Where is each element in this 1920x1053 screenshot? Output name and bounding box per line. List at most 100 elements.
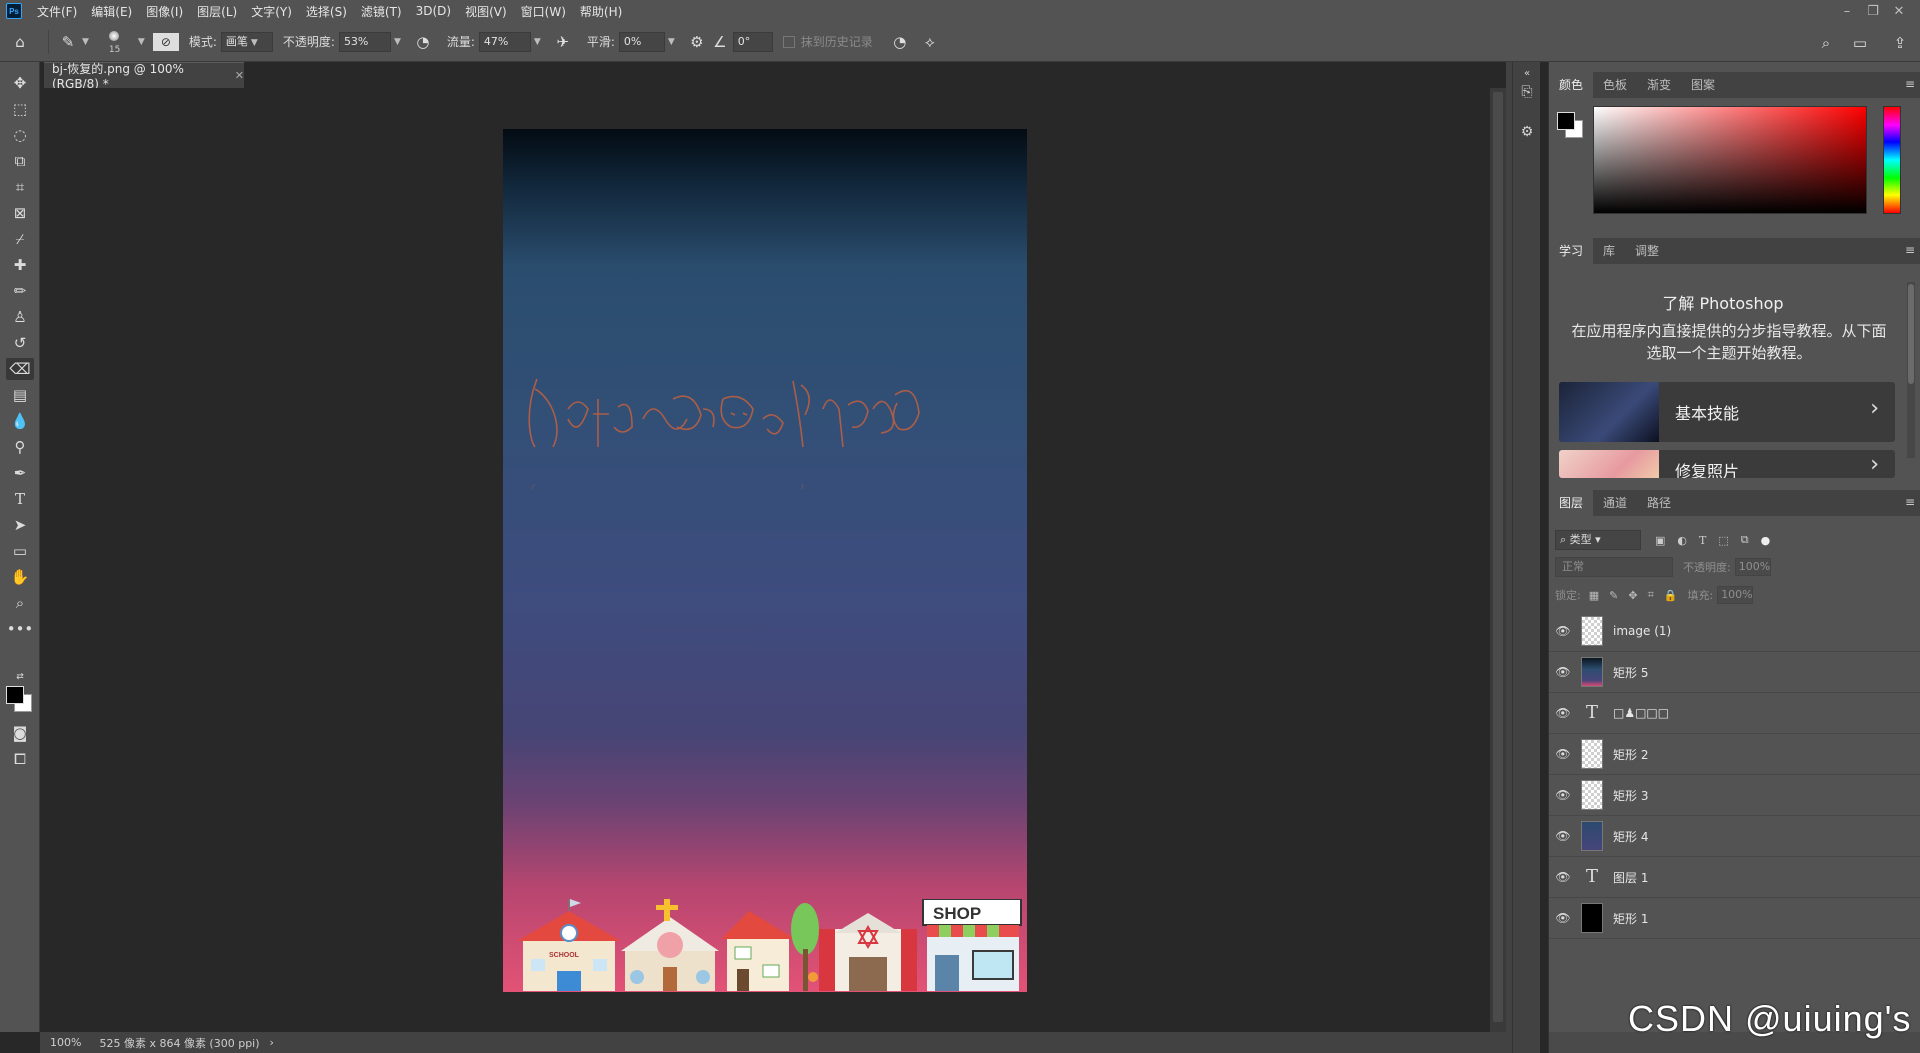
workspace-icon[interactable]: ▭: [1848, 34, 1872, 52]
lasso-tool-icon[interactable]: ◌: [6, 124, 34, 146]
foreground-color-swatch[interactable]: [1557, 112, 1575, 130]
gear-icon[interactable]: ⚙: [683, 33, 711, 51]
search-icon[interactable]: ⌕: [1814, 34, 1838, 52]
hue-slider[interactable]: [1883, 106, 1901, 214]
healing-brush-tool-icon[interactable]: ✚: [6, 254, 34, 276]
menu-view[interactable]: 视图(V): [458, 3, 514, 20]
filter-adjustment-icon[interactable]: ◐: [1677, 534, 1687, 547]
layer-row[interactable]: 👁 矩形 4: [1549, 816, 1920, 857]
chevron-down-icon[interactable]: ▼: [394, 37, 401, 47]
move-tool-icon[interactable]: ✥: [6, 72, 34, 94]
menu-file[interactable]: 文件(F): [30, 3, 84, 20]
history-panel-icon[interactable]: ⎘: [1517, 84, 1537, 106]
close-icon[interactable]: ✕: [1886, 4, 1912, 19]
pen-tool-icon[interactable]: ✒: [6, 462, 34, 484]
visibility-eye-icon[interactable]: 👁: [1549, 829, 1577, 843]
properties-panel-icon[interactable]: ⚙: [1517, 124, 1537, 146]
vertical-scrollbar[interactable]: [1490, 88, 1506, 1032]
document-canvas[interactable]: SCHOOL SHOP: [503, 129, 1027, 992]
layer-filter-select[interactable]: ⌕ 类型 ▾: [1555, 530, 1641, 550]
tab-learn[interactable]: 学习: [1549, 238, 1594, 264]
path-select-tool-icon[interactable]: ➤: [6, 514, 34, 536]
type-tool-icon[interactable]: T: [6, 488, 34, 510]
learn-scrollbar[interactable]: [1907, 282, 1915, 458]
blend-mode-select[interactable]: 正常: [1555, 557, 1673, 577]
symmetry-icon[interactable]: ⟡: [915, 33, 945, 51]
share-icon[interactable]: ⇪: [1888, 34, 1912, 52]
lock-position-icon[interactable]: ✥: [1628, 589, 1637, 602]
brush-tool-icon[interactable]: ✏: [6, 280, 34, 302]
lock-all-icon[interactable]: 🔒: [1664, 589, 1678, 602]
tab-libraries[interactable]: 库: [1593, 238, 1625, 264]
chevron-down-icon[interactable]: ▼: [534, 37, 541, 47]
visibility-eye-icon[interactable]: 👁: [1549, 665, 1577, 679]
pressure-size-icon[interactable]: ◔: [885, 33, 915, 51]
frame-tool-icon[interactable]: ⊠: [6, 202, 34, 224]
mode-select[interactable]: 画笔 ▼: [220, 31, 273, 52]
close-icon[interactable]: ✕: [235, 69, 244, 82]
panel-menu-icon[interactable]: ≡: [1905, 495, 1915, 509]
flow-field[interactable]: 47%: [478, 31, 531, 52]
restore-icon[interactable]: ❐: [1860, 4, 1886, 19]
visibility-eye-icon[interactable]: 👁: [1549, 788, 1577, 802]
menu-3d[interactable]: 3D(D): [409, 4, 458, 18]
eraser-tool-icon[interactable]: ⌫: [6, 358, 34, 380]
menu-filter[interactable]: 滤镜(T): [354, 3, 409, 20]
crop-tool-icon[interactable]: ⌗: [6, 176, 34, 198]
smoothing-field[interactable]: 0%: [618, 31, 665, 52]
tab-paths[interactable]: 路径: [1637, 490, 1681, 516]
stamp-tool-icon[interactable]: ♙: [6, 306, 34, 328]
learn-card-fix-photo[interactable]: 修复照片 ›: [1559, 450, 1895, 478]
canvas-area[interactable]: SCHOOL SHOP: [44, 88, 1490, 1032]
color-field[interactable]: [1593, 106, 1867, 214]
visibility-eye-icon[interactable]: 👁: [1549, 624, 1577, 638]
brush-settings-icon[interactable]: ⊘: [152, 32, 179, 51]
tab-channels[interactable]: 通道: [1593, 490, 1637, 516]
brush-size-picker[interactable]: 15: [99, 25, 135, 59]
panel-menu-icon[interactable]: ≡: [1905, 77, 1915, 91]
visibility-eye-icon[interactable]: 👁: [1549, 706, 1577, 720]
chevron-down-icon[interactable]: ▼: [138, 37, 145, 47]
menu-edit[interactable]: 编辑(E): [84, 3, 139, 20]
menu-type[interactable]: 文字(Y): [244, 3, 299, 20]
filter-toggle-icon[interactable]: ●: [1761, 534, 1771, 547]
pressure-opacity-icon[interactable]: ◔: [409, 33, 437, 51]
chevron-down-icon[interactable]: ▼: [82, 37, 89, 47]
tab-swatches[interactable]: 色板: [1593, 72, 1637, 98]
zoom-level[interactable]: 100%: [50, 1036, 81, 1049]
fill-field[interactable]: 100%: [1717, 586, 1754, 604]
layer-row[interactable]: 👁 image (1): [1549, 611, 1920, 652]
marquee-tool-icon[interactable]: ⬚: [6, 98, 34, 120]
visibility-eye-icon[interactable]: 👁: [1549, 870, 1577, 884]
scrollbar-thumb[interactable]: [1493, 92, 1503, 1022]
document-tab[interactable]: bj-恢复的.png @ 100%(RGB/8) * ✕: [44, 62, 244, 91]
object-select-tool-icon[interactable]: ⧉: [6, 150, 34, 172]
airbrush-icon[interactable]: ✈: [549, 33, 577, 51]
rectangle-tool-icon[interactable]: ▭: [6, 540, 34, 562]
menu-help[interactable]: 帮助(H): [573, 3, 629, 20]
chevron-right-icon[interactable]: ›: [270, 1036, 274, 1049]
filter-pixel-icon[interactable]: ▣: [1655, 534, 1665, 547]
dodge-tool-icon[interactable]: ⚲: [6, 436, 34, 458]
learn-card-basic-skills[interactable]: 基本技能 ›: [1559, 382, 1895, 442]
visibility-eye-icon[interactable]: 👁: [1549, 747, 1577, 761]
layer-opacity-field[interactable]: 100%: [1734, 558, 1771, 576]
eyedropper-tool-icon[interactable]: ⌿: [6, 228, 34, 250]
layer-row[interactable]: 👁 T □♟□□□: [1549, 693, 1920, 734]
layer-row[interactable]: 👁 矩形 3: [1549, 775, 1920, 816]
tab-layers[interactable]: 图层: [1549, 490, 1594, 516]
tab-adjustments[interactable]: 调整: [1625, 238, 1669, 264]
visibility-eye-icon[interactable]: 👁: [1549, 911, 1577, 925]
menu-window[interactable]: 窗口(W): [514, 3, 573, 20]
chevron-down-icon[interactable]: ▼: [668, 37, 675, 47]
foreground-color-swatch[interactable]: [6, 686, 24, 704]
menu-select[interactable]: 选择(S): [299, 3, 354, 20]
filter-type-icon[interactable]: T: [1699, 534, 1706, 547]
menu-image[interactable]: 图像(I): [139, 3, 190, 20]
opacity-field[interactable]: 53%: [338, 31, 391, 52]
gradient-tool-icon[interactable]: ▤: [6, 384, 34, 406]
layer-row[interactable]: 👁 矩形 1: [1549, 898, 1920, 939]
layer-row[interactable]: 👁 T 图层 1: [1549, 857, 1920, 898]
quick-mask-icon[interactable]: ◙: [6, 722, 34, 744]
lock-pixels-icon[interactable]: ✎: [1609, 589, 1618, 602]
